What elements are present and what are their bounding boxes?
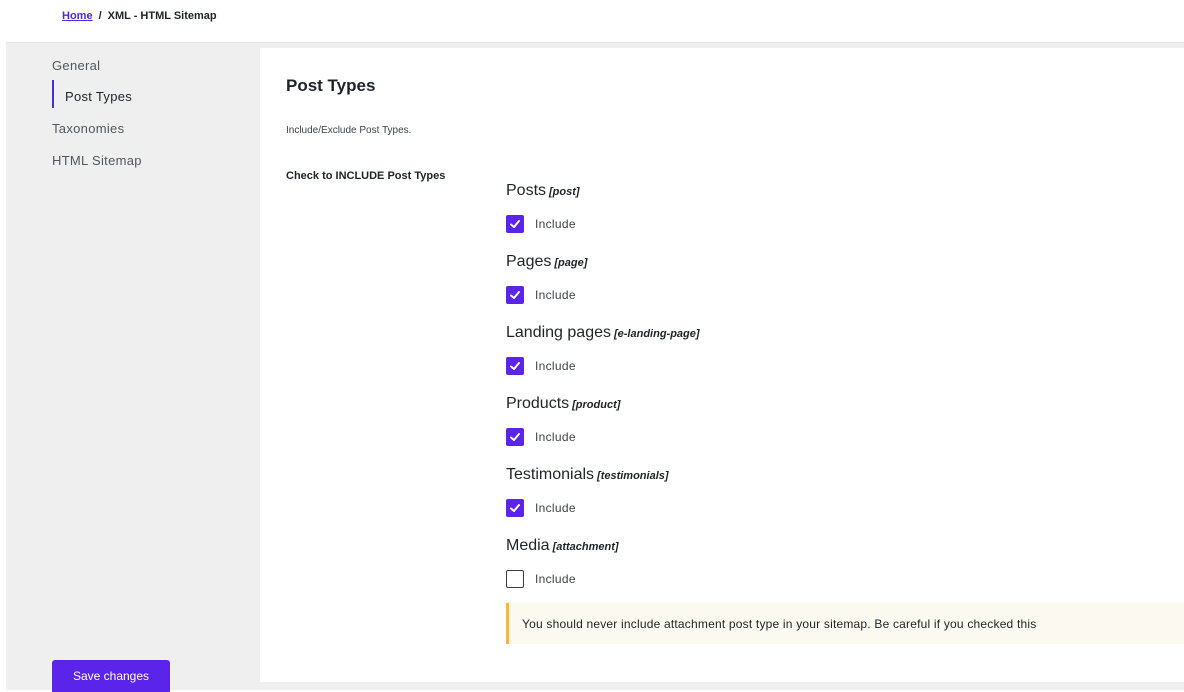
include-label[interactable]: Include <box>535 501 576 515</box>
include-media-checkbox[interactable] <box>506 570 524 588</box>
breadcrumb: Home / XML - HTML Sitemap <box>62 10 217 22</box>
checkmark-icon <box>510 362 520 370</box>
sidebar-item-post-types[interactable]: Post Types <box>65 89 132 104</box>
post-type-slug: [product] <box>572 399 621 411</box>
checkmark-icon <box>510 504 520 512</box>
post-type-slug: [page] <box>554 257 588 269</box>
post-type-media: Media [attachment] Include <box>506 537 1176 588</box>
include-label[interactable]: Include <box>535 288 576 302</box>
include-pages-checkbox[interactable] <box>506 286 524 304</box>
post-type-testimonials: Testimonials [testimonials] Include <box>506 466 1176 517</box>
checkmark-icon <box>510 291 520 299</box>
include-products-checkbox[interactable] <box>506 428 524 446</box>
include-row: Include <box>506 499 576 517</box>
post-type-slug: [post] <box>549 186 580 198</box>
post-type-name: Posts <box>506 182 547 199</box>
post-types-panel: Post Types Include/Exclude Post Types. C… <box>260 48 1184 682</box>
include-label[interactable]: Include <box>535 430 576 444</box>
post-type-name: Media <box>506 537 550 554</box>
include-row: Include <box>506 215 576 233</box>
post-type-slug: [e-landing-page] <box>613 328 700 340</box>
checkmark-icon <box>510 220 520 228</box>
post-type-slug: [testimonials] <box>597 470 669 482</box>
post-type-name: Pages <box>506 253 552 270</box>
sidebar-item-taxonomies[interactable]: Taxonomies <box>52 121 124 136</box>
include-label[interactable]: Include <box>535 217 576 231</box>
panel-description: Include/Exclude Post Types. <box>286 125 412 136</box>
page-title: Post Types <box>286 76 376 95</box>
checkmark-icon <box>510 433 520 441</box>
sidebar-item-general[interactable]: General <box>52 58 100 73</box>
save-changes-button[interactable]: Save changes <box>52 660 170 692</box>
attachment-warning-notice: You should never include attachment post… <box>506 603 1184 644</box>
post-type-name: Landing pages <box>506 324 611 341</box>
breadcrumb-home-link[interactable]: Home <box>62 10 93 22</box>
post-type-slug: [attachment] <box>552 541 619 553</box>
field-label: Check to INCLUDE Post Types <box>286 170 446 182</box>
include-label[interactable]: Include <box>535 572 576 586</box>
include-row: Include <box>506 286 576 304</box>
include-posts-checkbox[interactable] <box>506 215 524 233</box>
post-type-landing-pages: Landing pages [e-landing-page] Include <box>506 324 1176 375</box>
post-type-pages: Pages [page] Include <box>506 253 1176 304</box>
include-landing-pages-checkbox[interactable] <box>506 357 524 375</box>
post-type-posts: Posts [post] Include <box>506 182 1176 233</box>
include-row: Include <box>506 570 576 588</box>
post-type-products: Products [product] Include <box>506 395 1176 446</box>
post-type-name: Testimonials <box>506 466 595 483</box>
breadcrumb-current: XML - HTML Sitemap <box>107 10 217 22</box>
active-nav-indicator <box>52 80 54 108</box>
include-row: Include <box>506 357 576 375</box>
sidebar-item-html-sitemap[interactable]: HTML Sitemap <box>52 153 142 168</box>
include-label[interactable]: Include <box>535 359 576 373</box>
include-row: Include <box>506 428 576 446</box>
breadcrumb-separator: / <box>98 10 102 22</box>
settings-sidebar: General Post Types Taxonomies HTML Sitem… <box>6 46 258 692</box>
include-testimonials-checkbox[interactable] <box>506 499 524 517</box>
post-type-name: Products <box>506 395 570 412</box>
